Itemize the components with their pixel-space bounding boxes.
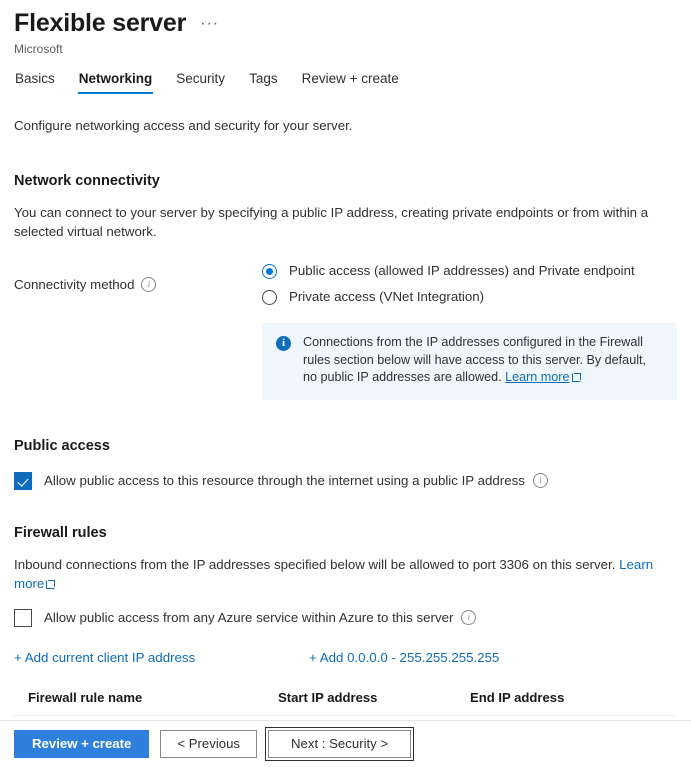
connectivity-method-radio-group: Public access (allowed IP addresses) and… [262,262,635,306]
add-current-client-ip-link[interactable]: + Add current client IP address [14,650,309,665]
info-banner-message: Connections from the IP addresses config… [303,335,646,384]
page-title: Flexible server [14,8,186,38]
checkbox-allow-public-access-label: Allow public access to this resource thr… [44,472,525,490]
column-header-start-ip: Start IP address [278,689,470,706]
tab-tags[interactable]: Tags [248,70,279,94]
firewall-table-header: Firewall rule name Start IP address End … [14,689,677,706]
tab-basics[interactable]: Basics [14,70,56,94]
next-security-button[interactable]: Next : Security > [268,730,411,758]
column-header-firewall-rule-name: Firewall rule name [28,689,278,706]
radio-selected-icon [262,264,277,279]
info-icon[interactable]: i [461,610,476,625]
connectivity-method-label-group: Connectivity method i [14,262,262,306]
radio-private-access-label: Private access (VNet Integration) [289,288,484,306]
section-title-firewall-rules: Firewall rules [14,524,677,543]
external-link-icon [572,373,581,382]
tab-security[interactable]: Security [175,70,226,94]
info-banner-text: Connections from the IP addresses config… [303,334,663,387]
section-title-network-connectivity: Network connectivity [14,172,677,191]
main-content: Configure networking access and security… [0,117,691,754]
info-icon: i [276,336,291,351]
checkbox-allow-azure-services-label: Allow public access from any Azure servi… [44,609,453,627]
tab-review-create[interactable]: Review + create [301,70,400,94]
page-intro-text: Configure networking access and security… [14,117,677,135]
external-link-icon [46,580,55,589]
page-subtitle: Microsoft [14,41,691,57]
azure-service-checkbox-row[interactable]: Allow public access from any Azure servi… [14,609,677,627]
info-banner: i Connections from the IP addresses conf… [262,323,677,400]
title-row: Flexible server ··· [14,8,691,38]
connectivity-method-label: Connectivity method [14,276,134,294]
firewall-add-links: + Add current client IP address + Add 0.… [14,650,677,665]
connectivity-method-row: Connectivity method i Public access (all… [14,262,677,306]
radio-private-access[interactable]: Private access (VNet Integration) [262,288,635,306]
info-icon[interactable]: i [141,277,156,292]
network-connectivity-description: You can connect to your server by specif… [14,203,677,241]
previous-button[interactable]: < Previous [160,730,257,758]
more-options-icon[interactable]: ··· [200,16,219,38]
public-access-checkbox-row[interactable]: Allow public access to this resource thr… [14,472,677,490]
tab-networking[interactable]: Networking [78,70,154,94]
checkbox-allow-public-access[interactable] [14,472,32,490]
column-header-end-ip: End IP address [470,689,677,706]
wizard-tabs: Basics Networking Security Tags Review +… [0,70,691,94]
page-header: Flexible server ··· Microsoft [0,0,691,57]
info-icon[interactable]: i [533,473,548,488]
add-full-ip-range-link[interactable]: + Add 0.0.0.0 - 255.255.255.255 [309,650,499,665]
checkbox-allow-azure-services[interactable] [14,609,32,627]
firewall-rules-description-text: Inbound connections from the IP addresse… [14,557,615,572]
firewall-rules-description: Inbound connections from the IP addresse… [14,555,677,593]
section-title-public-access: Public access [14,437,677,456]
wizard-footer: Review + create < Previous Next : Securi… [0,720,691,767]
azure-service-label-group: Allow public access from any Azure servi… [44,609,476,627]
radio-public-access[interactable]: Public access (allowed IP addresses) and… [262,262,635,280]
public-access-label-group: Allow public access to this resource thr… [44,472,548,490]
radio-public-access-label: Public access (allowed IP addresses) and… [289,262,635,280]
banner-learn-more-link[interactable]: Learn more [505,370,569,384]
radio-unselected-icon [262,290,277,305]
review-create-button[interactable]: Review + create [14,730,149,758]
